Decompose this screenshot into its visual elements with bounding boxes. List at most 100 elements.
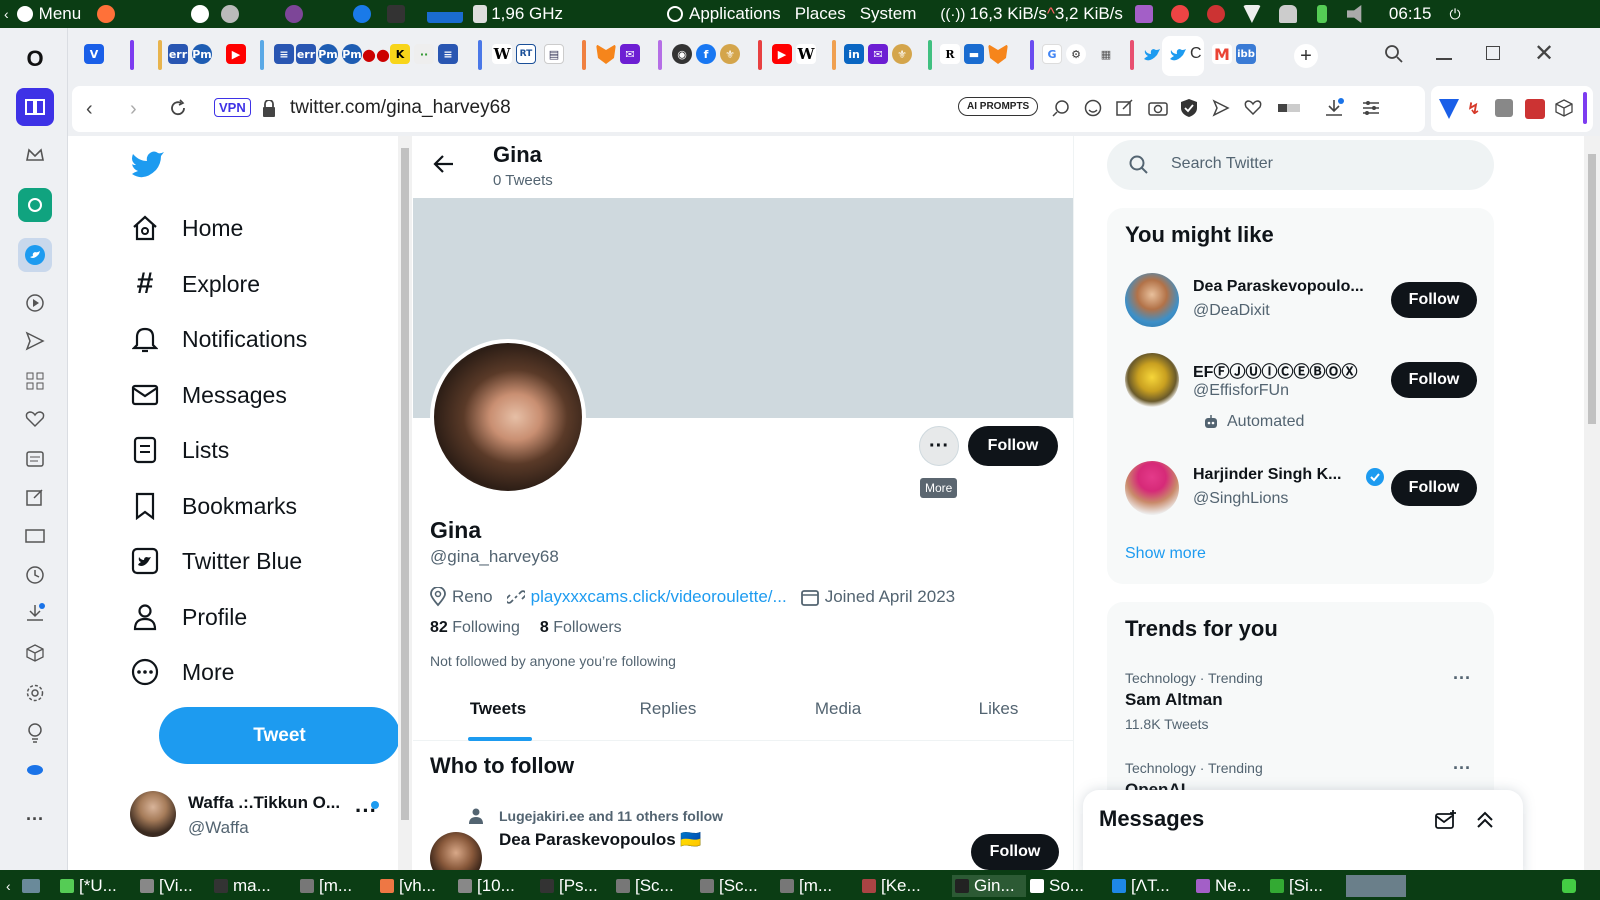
taskbar-window-button[interactable]: [m... [300,875,376,897]
taskbar-active-window[interactable] [1346,875,1406,897]
taskbar-window-button[interactable]: [Sc... [700,875,776,897]
nav-bookmarks[interactable]: Bookmarks [130,484,297,528]
taskbar-window-button[interactable]: [10... [458,875,536,897]
send-arrow-icon[interactable] [1212,99,1230,117]
tab-twitter-icon[interactable] [1142,44,1162,64]
clock[interactable]: 06:15 [1389,4,1432,24]
search-input[interactable]: Search Twitter [1171,155,1273,173]
tab-mail2-icon[interactable]: ✉ [868,44,888,64]
tab-rt-icon[interactable]: RT [516,44,536,64]
send-icon[interactable] [20,326,50,356]
new-tab-button[interactable]: + [1294,44,1318,68]
nav-explore[interactable]: # Explore [130,262,260,306]
chatgpt-icon[interactable] [18,188,52,222]
tab-blue-square-icon[interactable]: ▬ [964,44,984,64]
chat-bubble-icon[interactable] [20,756,50,786]
puzzle-ext-icon[interactable] [1495,99,1513,117]
expand-drawer-icon[interactable] [1475,810,1495,830]
download-icon[interactable] [1324,98,1344,118]
profile-website-link[interactable]: playxxxcams.click/videoroulette/... [531,587,787,607]
who-to-follow-item[interactable]: Lugejakiri.ee and 11 others follow Dea P… [413,796,1073,870]
profile-avatar[interactable] [430,339,586,495]
taskbar-window-button[interactable]: Gin... [952,875,1026,897]
twitter-sidebar-icon[interactable] [18,238,52,272]
left-pane-scrollbar[interactable] [398,136,412,870]
places-menu[interactable]: Places [795,4,846,24]
search-box[interactable]: Search Twitter [1107,140,1494,190]
tab-replies[interactable]: Replies [583,681,753,741]
tab-media[interactable]: Media [753,681,923,741]
terminal-icon[interactable] [387,5,406,23]
history-icon[interactable] [20,560,50,590]
url-text[interactable]: twitter.com/gina_harvey68 [290,97,511,119]
cube-ext-icon[interactable] [1555,99,1573,117]
nav-twitter-blue[interactable]: Twitter Blue [130,539,302,583]
tab-wikipedia2-icon[interactable]: W [796,44,816,64]
tab-youtube2-icon[interactable]: ▶ [772,44,792,64]
nav-messages[interactable]: Messages [130,373,287,417]
reload-icon[interactable] [168,98,188,118]
tab-err-icon[interactable]: err [168,44,188,64]
taskbar-window-button[interactable]: [ΛT... [1112,875,1192,897]
page-scroll-thumb[interactable] [1588,154,1596,424]
new-message-icon[interactable] [1435,810,1457,830]
bookmark-heart-icon[interactable] [1244,99,1262,115]
sidebar-more-icon[interactable]: ··· [20,804,50,834]
tab-twitter-active[interactable]: C [1162,36,1204,76]
battery-saver-icon[interactable] [1278,104,1300,112]
tab-google-icon[interactable]: G [1042,44,1062,64]
system-menu[interactable]: System [860,4,917,24]
volume-icon[interactable] [1346,5,1362,23]
wifi-icon[interactable]: ((·)) [940,6,965,23]
snapshot-icon[interactable] [20,522,50,552]
suggestion-follow-button[interactable]: Follow [1391,362,1477,398]
tab-pm2-icon[interactable]: Pm [318,44,338,64]
camera-icon[interactable] [1148,99,1168,117]
bitcoin-ext-icon[interactable]: ↯ [1467,99,1487,119]
forward-arrow-icon[interactable]: › [130,98,137,121]
opera-logo-icon[interactable]: O [20,44,50,74]
restore-button[interactable] [1486,46,1500,60]
red-ext-icon[interactable] [1525,99,1545,119]
suggested-follow-button[interactable]: Follow [971,834,1059,870]
tab-grid-icon[interactable]: ▦ [1096,44,1116,64]
taskbar-window-button[interactable]: [*U... [60,875,138,897]
applications-menu[interactable]: Applications [689,4,781,24]
opera-launcher-icon[interactable] [353,5,372,23]
followers-stat[interactable]: 8 Followers [540,619,622,637]
tab-metamask2-icon[interactable] [988,44,1008,64]
tray-record-icon[interactable] [1206,5,1225,23]
tab-doc-icon[interactable]: ▤ [544,44,564,64]
account-switcher[interactable]: Waffa .:.Tikkun O... @Waffa ··· [130,788,390,842]
page-scrollbar[interactable] [1584,136,1600,870]
messages-drawer[interactable]: Messages [1083,790,1523,870]
tab-badge-icon[interactable]: ⚜ [720,44,740,64]
tab-openai-icon[interactable]: ⚙ [1066,44,1086,64]
tab-err2-icon[interactable]: err [296,44,316,64]
tab-mail-icon[interactable]: ✉ [620,44,640,64]
suggestion-follow-button[interactable]: Follow [1391,470,1477,506]
nav-profile[interactable]: Profile [130,595,247,639]
tab-search-icon[interactable] [1384,44,1404,64]
trend-more-icon[interactable]: ··· [1453,668,1471,689]
tab-flag-icon[interactable]: ≡ [274,44,294,64]
panel-scroll-left-arrow[interactable]: ‹ [4,6,9,22]
tor-icon[interactable] [285,5,304,23]
show-desktop-icon[interactable] [22,875,45,897]
tab-pm3-icon[interactable]: Pm [342,44,362,64]
trend-more-icon[interactable]: ··· [1453,758,1471,779]
settings-icon[interactable] [20,678,50,708]
tab-facebook-icon[interactable]: f [696,44,716,64]
menu-button[interactable]: Menu [39,4,82,24]
settings-gears-icon[interactable] [221,5,240,23]
power-icon[interactable]: ⏻ [1449,6,1460,23]
tab-dots-icon[interactable]: ●● [362,44,390,64]
tab-gmail-icon[interactable]: M [1212,44,1232,64]
trend-item[interactable]: Technology · Trending Sam Altman 11.8K T… [1107,664,1494,750]
nav-more[interactable]: More [130,650,234,694]
edit-icon[interactable] [20,482,50,512]
tab-badge2-icon[interactable]: ⚜ [892,44,912,64]
tab-pm-icon[interactable]: Pm [192,44,212,64]
tab-tweets[interactable]: Tweets [413,681,583,741]
tab-researchgate-icon[interactable]: R [940,44,960,64]
